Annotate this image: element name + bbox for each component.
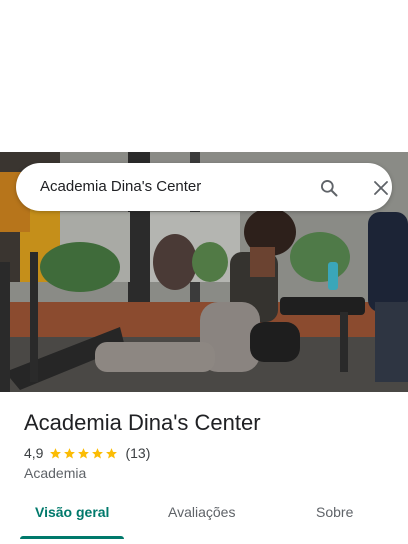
rating-value: 4,9 — [24, 445, 44, 461]
tab-bar: Visão geral Avaliações Sobre — [0, 490, 408, 540]
star-icon — [64, 447, 76, 458]
tab-about[interactable]: Sobre — [316, 504, 353, 520]
close-icon[interactable] — [368, 175, 394, 201]
search-bar[interactable]: Academia Dina's Center — [16, 163, 392, 211]
star-icon — [92, 447, 104, 458]
star-icon — [50, 447, 62, 458]
tab-overview[interactable]: Visão geral — [35, 504, 109, 520]
star-icon — [106, 447, 118, 458]
star-icon — [78, 447, 90, 458]
search-icon[interactable] — [316, 175, 342, 201]
tab-reviews[interactable]: Avaliações — [168, 504, 235, 520]
rating-row[interactable]: 4,9 (13) — [24, 444, 150, 462]
rating-stars — [49, 447, 119, 460]
search-input[interactable]: Academia Dina's Center — [40, 178, 201, 195]
active-tab-indicator — [20, 536, 124, 539]
place-category: Academia — [24, 465, 87, 481]
reviews-count[interactable]: (13) — [125, 445, 150, 461]
place-title: Academia Dina's Center — [24, 410, 261, 435]
